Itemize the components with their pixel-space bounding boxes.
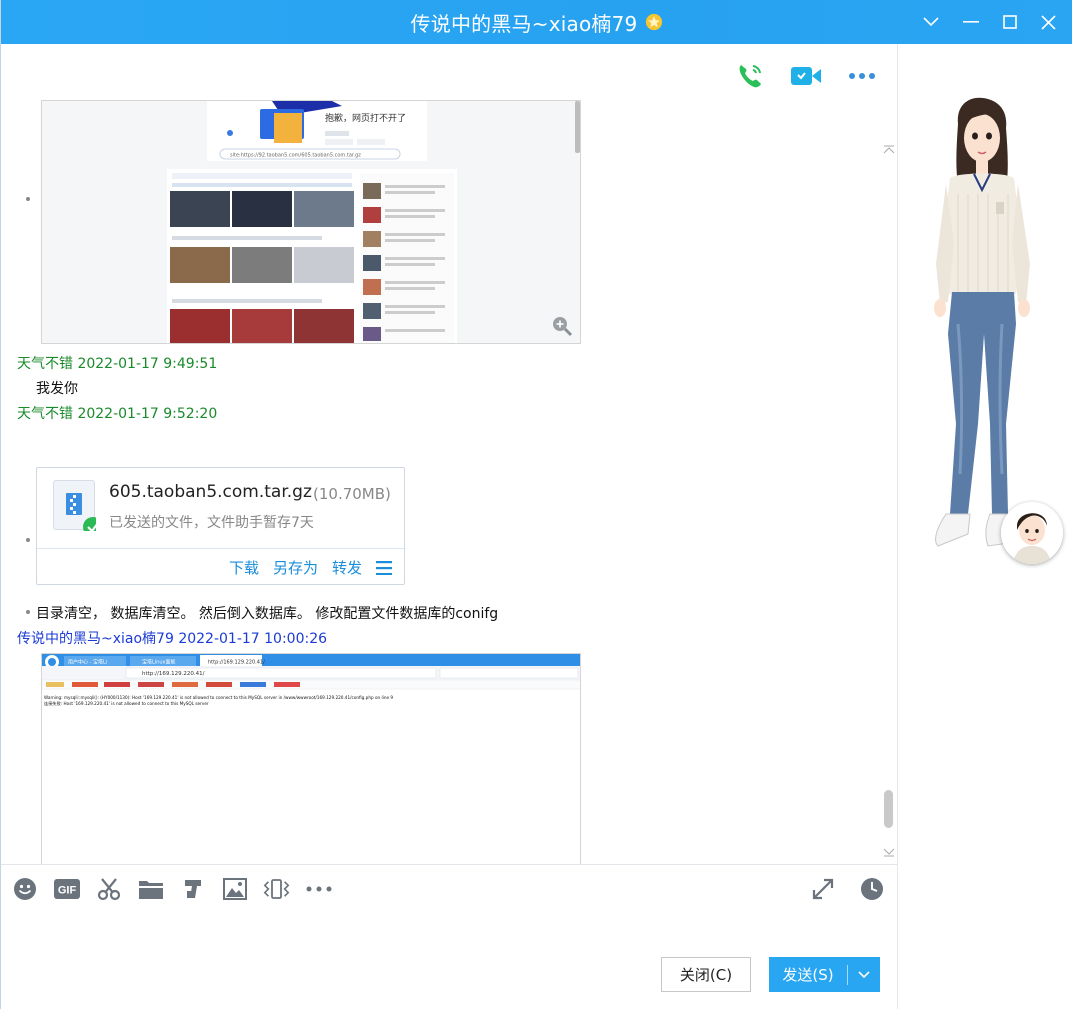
music-button[interactable]	[179, 875, 206, 902]
emoji-icon	[13, 877, 36, 900]
file-name: 605.taoban5.com.tar.gz	[109, 482, 312, 502]
video-call-icon	[791, 67, 821, 85]
list-bullet	[26, 610, 30, 614]
list-bullet	[26, 538, 30, 542]
gif-button[interactable]: GIF	[53, 875, 80, 902]
close-button[interactable]: 关闭(C)	[661, 957, 751, 992]
expand-input-button[interactable]	[809, 875, 836, 902]
message-header: 天气不错 2022-01-17 9:52:20	[17, 403, 217, 423]
message-time: 2022-01-17 9:52:20	[77, 406, 218, 422]
dropdown-button[interactable]	[912, 0, 950, 44]
minimize-icon	[963, 21, 979, 23]
sender-name: 传说中的黑马~xiao楠79	[17, 631, 174, 647]
file-status: 已发送的文件，文件助手暂存7天	[109, 515, 314, 531]
image-message-browser-screenshot[interactable]: 用户中心 - 宝塔Li 宝塔Linux面板 http://169.129.220…	[41, 653, 581, 864]
more-icon	[306, 886, 331, 891]
vip-star-icon	[646, 13, 663, 31]
zoom-in-icon[interactable]	[551, 315, 573, 337]
shake-button[interactable]	[263, 875, 290, 902]
phone-call-button[interactable]	[733, 60, 767, 92]
contact-avatar[interactable]	[1001, 502, 1063, 564]
scroll-down-button[interactable]	[881, 846, 897, 860]
shake-icon	[263, 878, 290, 899]
maximize-button[interactable]	[991, 0, 1029, 44]
image-icon	[222, 877, 247, 900]
tab-2: 宝塔Linux面板	[142, 659, 175, 666]
input-toolbar-right	[809, 875, 885, 902]
message-time: 2022-01-17 10:00:26	[178, 631, 328, 647]
tab-1: 用户中心 - 宝塔Li	[68, 659, 107, 666]
forward-link[interactable]: 转发	[332, 557, 362, 578]
mysql-warning-text: Warning: mysqli::mysqli(): (HY000/1130):…	[44, 695, 393, 700]
emoji-button[interactable]	[11, 875, 38, 902]
archive-file-icon	[53, 480, 103, 537]
error-title: 抱歉，网页打不开了	[325, 112, 406, 124]
menu-icon[interactable]	[376, 560, 392, 575]
file-actions: 下载 另存为 转发	[37, 548, 404, 586]
address-bar-url: http://169.129.220.41/	[142, 671, 205, 677]
message-history-button[interactable]	[858, 875, 885, 902]
list-bullet	[26, 197, 30, 201]
more-icon	[849, 73, 875, 79]
gif-icon: GIF	[53, 878, 80, 899]
more-tools-button[interactable]	[305, 875, 332, 902]
window-title: 传说中的黑马~xiao楠79	[410, 11, 638, 36]
chevron-down-icon	[858, 970, 870, 978]
phone-icon	[739, 65, 761, 88]
message-text: 目录清空， 数据库清空。 然后倒入数据库。 修改配置文件数据库的conifg	[36, 606, 499, 622]
chevron-down-icon	[923, 17, 939, 27]
tab-3: http://169.129.220.41/	[208, 660, 265, 666]
file-message-card[interactable]: 605.taoban5.com.tar.gz (10.70MB) 已发送的文件，…	[36, 467, 405, 585]
send-file-button[interactable]	[137, 875, 164, 902]
browser-screenshot-image: 用户中心 - 宝塔Li 宝塔Linux面板 http://169.129.220…	[42, 654, 580, 864]
message-input[interactable]	[1, 912, 897, 1009]
send-button[interactable]: 发送(S)	[769, 957, 880, 992]
send-button-label: 发送(S)	[782, 966, 834, 984]
close-icon	[1040, 14, 1056, 30]
download-link[interactable]: 下载	[229, 557, 259, 578]
contact-avatar-figure[interactable]	[898, 94, 1072, 574]
send-image-button[interactable]	[221, 875, 248, 902]
video-call-button[interactable]	[789, 60, 823, 92]
minimize-button[interactable]	[952, 0, 990, 44]
message-text: 我发你	[36, 381, 78, 397]
title-bar[interactable]: 传说中的黑马~xiao楠79	[1, 0, 1072, 44]
svg-text:GIF: GIF	[57, 884, 76, 896]
scroll-down-icon	[883, 848, 895, 857]
more-options-button[interactable]	[845, 60, 879, 92]
mysql-error-text: 连接失败: Host '169.129.220.41' is not allow…	[44, 700, 209, 707]
chat-window: 传说中的黑马~xiao楠79 抱歉，网页打不开了 site:https://92…	[0, 0, 1072, 1009]
sender-name: 天气不错	[17, 356, 73, 372]
scroll-up-icon	[883, 145, 895, 154]
send-options-dropdown[interactable]	[848, 970, 880, 979]
file-size: (10.70MB)	[313, 485, 391, 503]
message-header: 传说中的黑马~xiao楠79 2022-01-17 10:00:26	[17, 628, 327, 648]
input-toolbar: GIF	[1, 864, 897, 912]
history-icon	[860, 877, 883, 900]
message-time: 2022-01-17 9:49:51	[77, 356, 218, 372]
scroll-up-button[interactable]	[881, 144, 897, 158]
close-window-button[interactable]	[1029, 0, 1067, 44]
sender-name: 天气不错	[17, 406, 73, 422]
file-info: 605.taoban5.com.tar.gz (10.70MB) 已发送的文件，…	[37, 468, 404, 548]
expand-icon	[812, 878, 833, 899]
folder-icon	[138, 880, 163, 899]
message-list[interactable]: 抱歉，网页打不开了 site:https://92.taoban5.com/60…	[1, 100, 881, 864]
music-icon	[184, 879, 201, 898]
maximize-icon	[1003, 15, 1017, 29]
scrollbar-thumb[interactable]	[884, 790, 893, 828]
message-header: 天气不错 2022-01-17 9:49:51	[17, 353, 217, 373]
search-url: site:https://92.taoban5.com/605.taoban5.…	[230, 153, 361, 159]
image-message-search-screenshot[interactable]: 抱歉，网页打不开了 site:https://92.taoban5.com/60…	[41, 100, 581, 344]
chat-panel: 抱歉，网页打不开了 site:https://92.taoban5.com/60…	[1, 44, 897, 864]
scissors-icon	[97, 877, 120, 900]
screenshot-button[interactable]	[95, 875, 122, 902]
call-toolbar	[733, 60, 879, 92]
search-screenshot-image: 抱歉，网页打不开了 site:https://92.taoban5.com/60…	[42, 101, 580, 343]
avatar-image	[1001, 502, 1063, 564]
save-as-link[interactable]: 另存为	[273, 557, 318, 578]
